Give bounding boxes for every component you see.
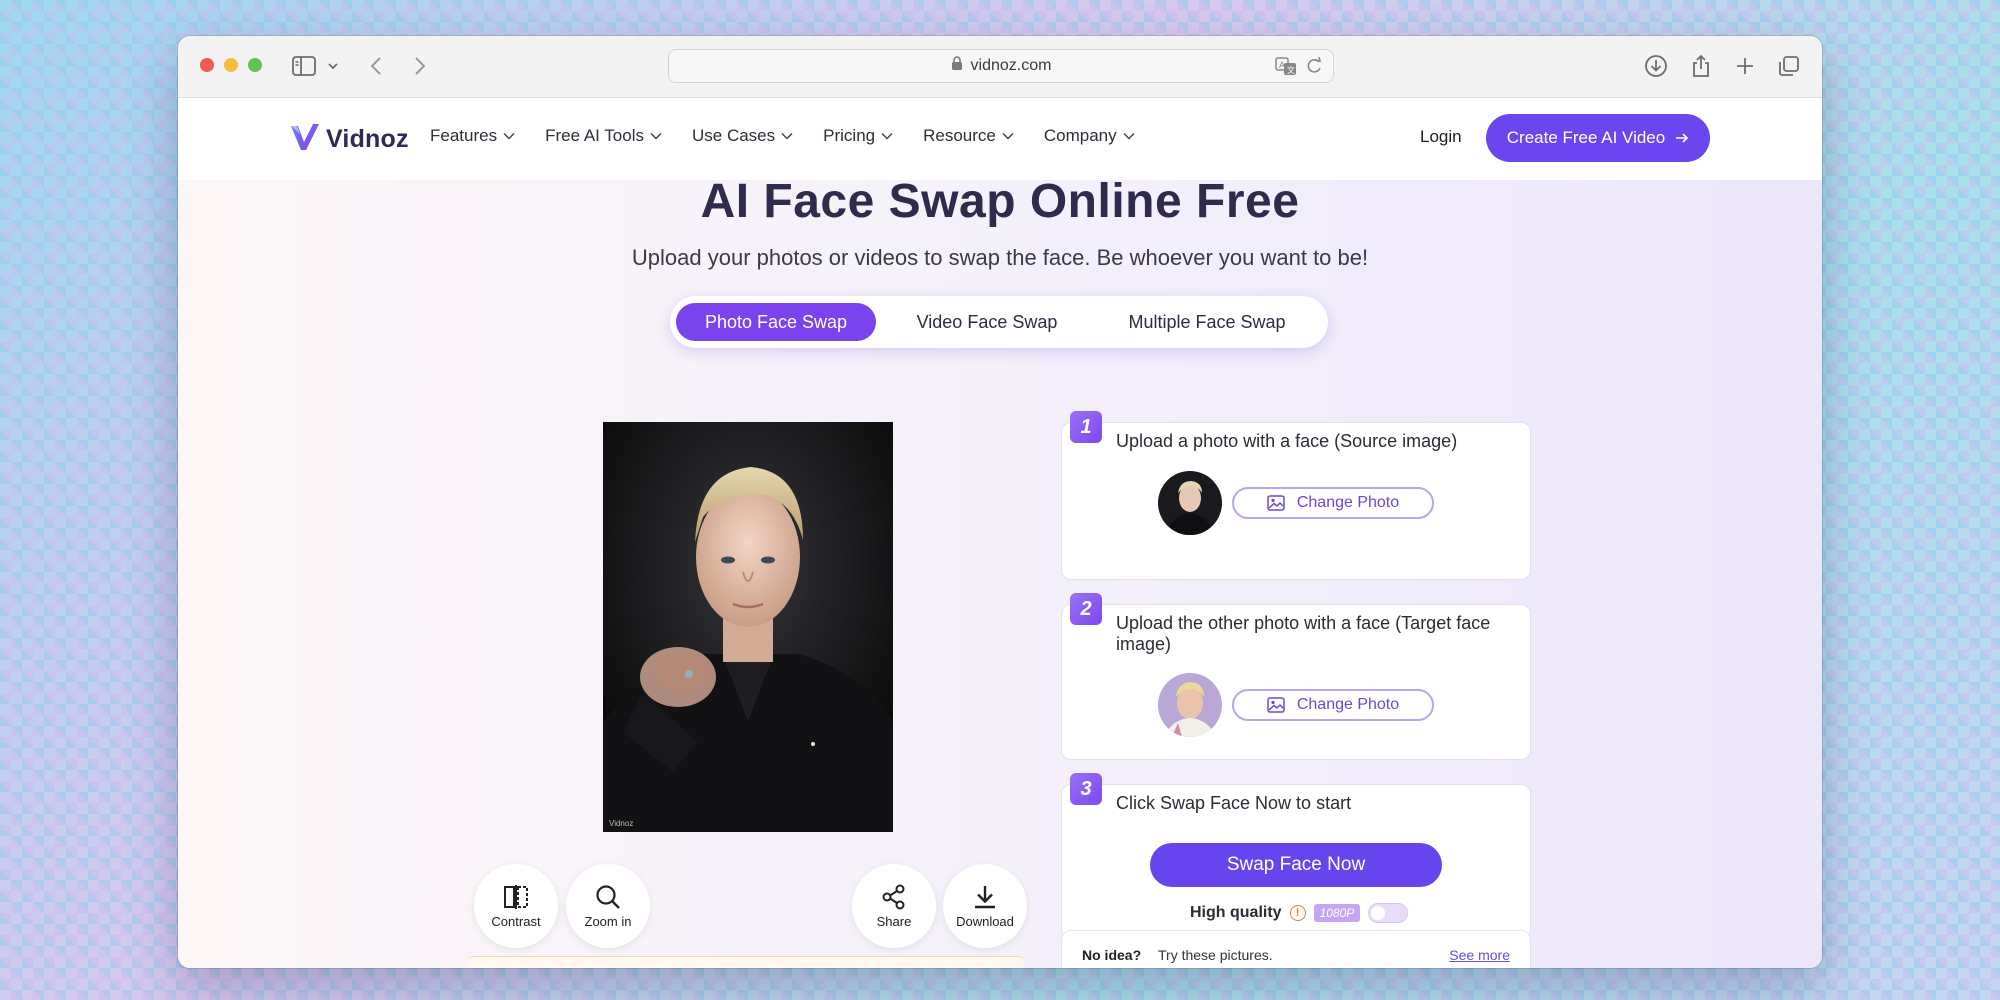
back-arrow-icon[interactable]	[366, 52, 386, 80]
step-3-number: 3	[1070, 773, 1102, 805]
nav-label: Use Cases	[692, 126, 776, 145]
download-button[interactable]: Download	[943, 864, 1027, 948]
no-idea-label: No idea?	[1082, 947, 1142, 963]
chevron-down-icon	[1123, 132, 1135, 140]
step-1-card: 1 Upload a photo with a face (Source ima…	[1061, 411, 1531, 580]
site-header: Vidnoz Features Free AI Tools Use Cases …	[178, 98, 1822, 180]
arrow-right-icon	[1676, 133, 1689, 143]
image-icon	[1267, 697, 1285, 713]
tab-overview-icon[interactable]	[1776, 52, 1802, 80]
share-icon[interactable]	[1688, 52, 1714, 80]
swap-face-now-button[interactable]: Swap Face Now	[1150, 843, 1442, 887]
chevron-down-icon[interactable]	[326, 52, 340, 80]
nav-label: Company	[1043, 126, 1117, 145]
info-icon[interactable]: !	[1289, 905, 1306, 921]
tab-photo-face-swap[interactable]: Photo Face Swap	[676, 303, 876, 341]
lock-icon	[951, 56, 963, 76]
tab-multiple-face-swap[interactable]: Multiple Face Swap	[1098, 303, 1316, 341]
close-window-button[interactable]	[200, 58, 214, 72]
main-nav: Features Free AI Tools Use Cases Pricing…	[430, 126, 1165, 146]
resolution-badge: 1080P	[1313, 904, 1361, 922]
bottom-panel-edge	[468, 956, 1024, 968]
nav-free-ai-tools[interactable]: Free AI Tools	[545, 126, 662, 146]
nav-label: Resource	[923, 126, 996, 145]
high-quality-toggle[interactable]	[1368, 903, 1409, 923]
url-text: vidnoz.com	[970, 57, 1052, 74]
page-subtitle: Upload your photos or videos to swap the…	[631, 245, 1369, 270]
portrait-image	[603, 422, 893, 832]
high-quality-row: High quality ! 1080P	[1190, 903, 1409, 923]
tab-video-face-swap[interactable]: Video Face Swap	[876, 303, 1098, 341]
share-nodes-icon	[882, 884, 905, 909]
new-tab-icon[interactable]	[1732, 52, 1758, 80]
target-face-thumbnail	[1158, 673, 1222, 737]
contrast-label: Contrast	[491, 913, 541, 929]
zoom-in-button[interactable]: Zoom in	[566, 864, 650, 948]
step-2-card: 2 Upload the other photo with a face (Ta…	[1061, 593, 1531, 760]
nav-company[interactable]: Company	[1044, 126, 1135, 146]
zoom-in-label: Zoom in	[584, 913, 632, 929]
source-face-thumbnail	[1158, 471, 1222, 535]
sidebar-toggle-icon[interactable]	[290, 52, 318, 80]
preview-watermark: Vidnoz	[609, 819, 634, 828]
image-icon	[1267, 495, 1285, 511]
step-3-card: 3 Click Swap Face Now to start Swap Face…	[1061, 773, 1531, 940]
change-target-photo-button[interactable]: Change Photo	[1232, 689, 1434, 721]
swap-mode-tabs: Photo Face Swap Video Face Swap Multiple…	[670, 296, 1328, 348]
change-photo-label: Change Photo	[1296, 696, 1400, 713]
step-3-text: Click Swap Face Now to start	[1116, 793, 1352, 813]
browser-window: vidnoz.com A文 Vidnoz Features Free AI To…	[178, 36, 1822, 968]
create-free-ai-video-button[interactable]: Create Free AI Video	[1486, 114, 1710, 162]
magnifier-icon	[596, 884, 620, 909]
high-quality-label: High quality	[1190, 904, 1282, 921]
nav-label: Free AI Tools	[545, 126, 644, 145]
result-image-preview: Vidnoz	[603, 422, 893, 832]
chevron-down-icon	[1002, 132, 1014, 140]
browser-toolbar: vidnoz.com A文	[178, 36, 1822, 98]
step-2-number: 2	[1070, 593, 1102, 625]
reload-icon[interactable]	[1305, 56, 1323, 81]
chevron-down-icon	[650, 132, 662, 140]
vidnoz-logo[interactable]: Vidnoz	[288, 120, 409, 159]
translate-icon[interactable]: A文	[1275, 56, 1297, 81]
try-pictures-text: Try these pictures.	[1158, 947, 1273, 963]
vidnoz-logo-mark-icon	[288, 120, 322, 159]
minimize-window-button[interactable]	[224, 58, 238, 72]
cta-label: Create Free AI Video	[1506, 128, 1666, 147]
chevron-down-icon	[503, 132, 515, 140]
nav-label: Pricing	[823, 126, 876, 145]
nav-resource[interactable]: Resource	[923, 126, 1014, 146]
share-button[interactable]: Share	[852, 864, 936, 948]
forward-arrow-icon[interactable]	[410, 52, 430, 80]
download-icon	[975, 885, 995, 908]
chevron-down-icon	[881, 132, 893, 140]
contrast-button[interactable]: Contrast	[474, 864, 558, 948]
nav-features[interactable]: Features	[430, 126, 515, 146]
step-1-text: Upload a photo with a face (Source image…	[1116, 431, 1458, 451]
chevron-down-icon	[781, 132, 793, 140]
address-bar[interactable]: vidnoz.com A文	[668, 49, 1334, 83]
step-1-number: 1	[1070, 411, 1102, 443]
change-source-photo-button[interactable]: Change Photo	[1232, 487, 1434, 519]
change-photo-label: Change Photo	[1296, 494, 1400, 511]
share-label: Share	[876, 913, 912, 929]
compare-icon	[504, 884, 528, 909]
suggestions-bar: No idea? Try these pictures. See more	[1061, 930, 1531, 968]
see-more-link[interactable]: See more	[1449, 947, 1510, 963]
login-link[interactable]: Login	[1420, 127, 1462, 147]
main-content: AI Face Swap Online Free Upload your pho…	[178, 175, 1822, 968]
logo-text: Vidnoz	[326, 125, 409, 153]
step-2-text: Upload the other photo with a face (Targ…	[1116, 613, 1491, 654]
svg-text:文: 文	[1287, 65, 1295, 75]
maximize-window-button[interactable]	[248, 58, 262, 72]
nav-use-cases[interactable]: Use Cases	[692, 126, 793, 146]
downloads-icon[interactable]	[1642, 52, 1670, 80]
nav-pricing[interactable]: Pricing	[823, 126, 893, 146]
page-title: AI Face Swap Online Free	[700, 175, 1300, 228]
nav-label: Features	[430, 126, 498, 145]
download-label: Download	[956, 913, 1014, 929]
